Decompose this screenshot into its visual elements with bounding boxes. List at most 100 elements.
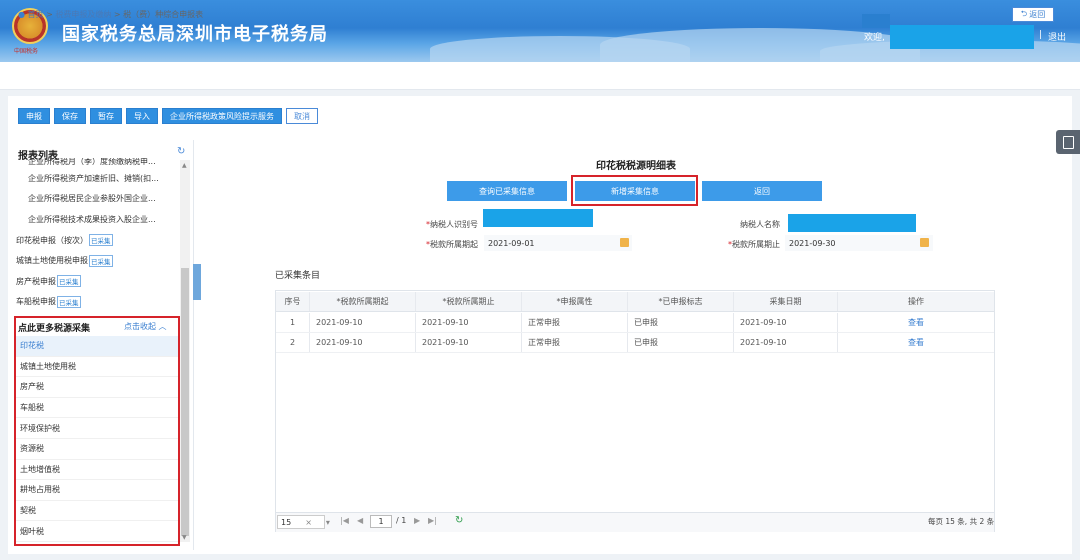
add-button-highlight — [571, 175, 698, 206]
sidebar-item-stamp-duty[interactable]: 印花税申报（按次） 已采集 — [16, 230, 178, 251]
view-link[interactable]: 查看 — [838, 313, 994, 332]
page-size-select[interactable]: 15 × ▾ — [277, 515, 330, 529]
sidebar-item-label: 企业所得税技术成果投资入股企业... — [28, 214, 156, 224]
sidebar-item[interactable]: 企业所得税月（季）度预缴纳税申... — [16, 158, 178, 168]
toolbar: 申报 保存 暂存 导入 企业所得税政策风险提示服务 取消 — [18, 108, 318, 124]
return-arrow-icon: ⮌ — [1020, 8, 1028, 18]
period-end-label: *税款所属期止 — [728, 240, 780, 249]
back-button-label: 返回 — [1029, 10, 1046, 19]
total-pages: / 1 — [396, 516, 407, 525]
more-sources-title: 点此更多税源采集 — [18, 324, 91, 334]
more-sources-list: 印花税 城镇土地使用税 房产税 车船税 环境保护税 资源税 土地增值税 耕地占用… — [16, 336, 178, 542]
period-end-input[interactable]: 2021-09-30 — [785, 235, 933, 251]
breadcrumb-home[interactable]: 首页 — [28, 10, 44, 19]
source-item-stamp-duty[interactable]: 印花税 — [16, 336, 178, 357]
policy-risk-button[interactable]: 企业所得税政策风险提示服务 — [162, 108, 282, 124]
taxpayer-id-label: *纳税人识别号 — [426, 220, 478, 229]
location-pin-icon: ● — [18, 10, 25, 19]
cell-attr: 正常申报 — [522, 333, 628, 352]
temp-save-button[interactable]: 暂存 — [90, 108, 122, 124]
next-page-icon[interactable]: ▶ — [414, 516, 420, 525]
sidebar-item-vehicle[interactable]: 车船税申报 已采集 — [16, 292, 178, 313]
form-back-button[interactable]: 返回 — [702, 181, 822, 201]
table-row: 2 2021-09-10 2021-09-10 正常申报 已申报 2021-09… — [276, 333, 994, 353]
source-item-resource[interactable]: 资源税 — [16, 439, 178, 460]
page-size-value: 15 — [281, 517, 292, 527]
source-item-farmland[interactable]: 耕地占用税 — [16, 480, 178, 501]
chevron-down-icon: ▾ — [325, 517, 330, 527]
back-button[interactable]: ⮌ 返回 — [1012, 7, 1054, 22]
document-icon[interactable] — [1056, 130, 1080, 154]
prev-page-icon[interactable]: ◀ — [357, 516, 363, 525]
view-link[interactable]: 查看 — [838, 333, 994, 352]
table-header: 序号 *税款所属期起 *税款所属期止 *申报属性 *已申报标志 采集日期 操作 — [276, 292, 994, 312]
cell-flag: 已申报 — [628, 333, 734, 352]
scrollbar-thumb[interactable] — [181, 268, 189, 536]
collected-badge: 已采集 — [57, 295, 81, 308]
sidebar-item-label: 企业所得税资产加速折旧、摊销(扣... — [28, 173, 159, 183]
sidebar-item-label: 印花税申报（按次） — [16, 235, 88, 245]
calendar-icon[interactable] — [620, 238, 629, 247]
taxpayer-name-label: 纳税人名称 — [740, 220, 780, 229]
fold-label: 点击收起 — [124, 322, 156, 331]
calendar-icon[interactable] — [920, 238, 929, 247]
reload-icon[interactable]: ↻ — [455, 515, 463, 526]
page-info: 每页 15 条, 共 2 条 — [928, 517, 995, 526]
declare-button[interactable]: 申报 — [18, 108, 50, 124]
sidebar-collapse-handle[interactable] — [193, 264, 201, 300]
col-header: *已申报标志 — [628, 292, 734, 311]
breadcrumb-bar — [0, 62, 1080, 90]
scroll-down-icon[interactable]: ▼ — [182, 534, 187, 541]
source-item-property[interactable]: 房产税 — [16, 377, 178, 398]
cell-date: 2021-09-10 — [734, 313, 838, 332]
cell-no: 2 — [276, 333, 310, 352]
collected-badge: 已采集 — [89, 234, 113, 247]
query-collected-button[interactable]: 查询已采集信息 — [447, 181, 567, 201]
taxpayer-name-redacted — [788, 214, 916, 232]
last-page-icon[interactable]: ▶| — [428, 516, 437, 525]
period-start-input[interactable]: 2021-09-01 — [484, 235, 632, 251]
clear-icon[interactable]: × — [305, 518, 312, 527]
collected-section-title: 已采集条目 — [275, 271, 321, 281]
breadcrumb-current: 税（费）种综合申报表 — [123, 10, 204, 19]
form-title: 印花税税源明细表 — [596, 161, 676, 172]
cell-date: 2021-09-10 — [734, 333, 838, 352]
emblem-caption: 中国税务 — [14, 48, 39, 55]
page-number-input[interactable]: 1 — [370, 515, 392, 528]
source-item-environment[interactable]: 环境保护税 — [16, 418, 178, 439]
save-button[interactable]: 保存 — [54, 108, 86, 124]
col-header: *税款所属期止 — [416, 292, 522, 311]
refresh-icon[interactable]: ↻ — [177, 146, 185, 157]
breadcrumb-tax-filing[interactable]: 税费申报及缴纳 — [55, 10, 111, 19]
source-item-vehicle[interactable]: 车船税 — [16, 398, 178, 419]
sidebar-item-label: 企业所得税居民企业参股外国企业... — [28, 194, 156, 204]
scroll-up-icon[interactable]: ▲ — [182, 162, 187, 169]
user-mark — [862, 14, 890, 28]
cell-flag: 已申报 — [628, 313, 734, 332]
chevron-up-icon: ︿ — [158, 322, 167, 331]
collected-badge: 已采集 — [89, 254, 113, 267]
import-button[interactable]: 导入 — [126, 108, 158, 124]
sidebar-item-label: 城镇土地使用税申报 — [16, 256, 88, 266]
source-item-tobacco[interactable]: 烟叶税 — [16, 521, 178, 542]
source-item-land-use[interactable]: 城镇土地使用税 — [16, 357, 178, 378]
sidebar-item[interactable]: 企业所得税居民企业参股外国企业... — [16, 189, 178, 210]
sidebar-item-land-use[interactable]: 城镇土地使用税申报 已采集 — [16, 250, 178, 271]
username-redacted — [890, 25, 1034, 49]
source-item-deed[interactable]: 契税 — [16, 501, 178, 522]
sidebar-item[interactable]: 企业所得税技术成果投资入股企业... — [16, 209, 178, 230]
sidebar-item-property[interactable]: 房产税申报 已采集 — [16, 271, 178, 292]
source-item-land-appreciation[interactable]: 土地增值税 — [16, 460, 178, 481]
site-title: 国家税务总局深圳市电子税务局 — [62, 24, 328, 45]
sidebar-item-label: 房产税申报 — [16, 276, 56, 286]
fold-toggle[interactable]: 点击收起 ︿ — [124, 321, 167, 332]
logout-link[interactable]: 退出 — [1048, 30, 1066, 43]
report-list: 企业所得税月（季）度预缴纳税申... 企业所得税资产加速折旧、摊销(扣... 企… — [16, 158, 178, 316]
breadcrumb-separator: > — [46, 10, 53, 19]
breadcrumb: ● 首页 > 税费申报及缴纳 > 税（费）种综合申报表 — [18, 9, 203, 20]
cell-start: 2021-09-10 — [310, 333, 416, 352]
breadcrumb-separator: > — [113, 10, 121, 19]
cancel-button[interactable]: 取消 — [286, 108, 318, 124]
sidebar-item[interactable]: 企业所得税资产加速折旧、摊销(扣... — [16, 168, 178, 189]
first-page-icon[interactable]: |◀ — [340, 516, 349, 525]
